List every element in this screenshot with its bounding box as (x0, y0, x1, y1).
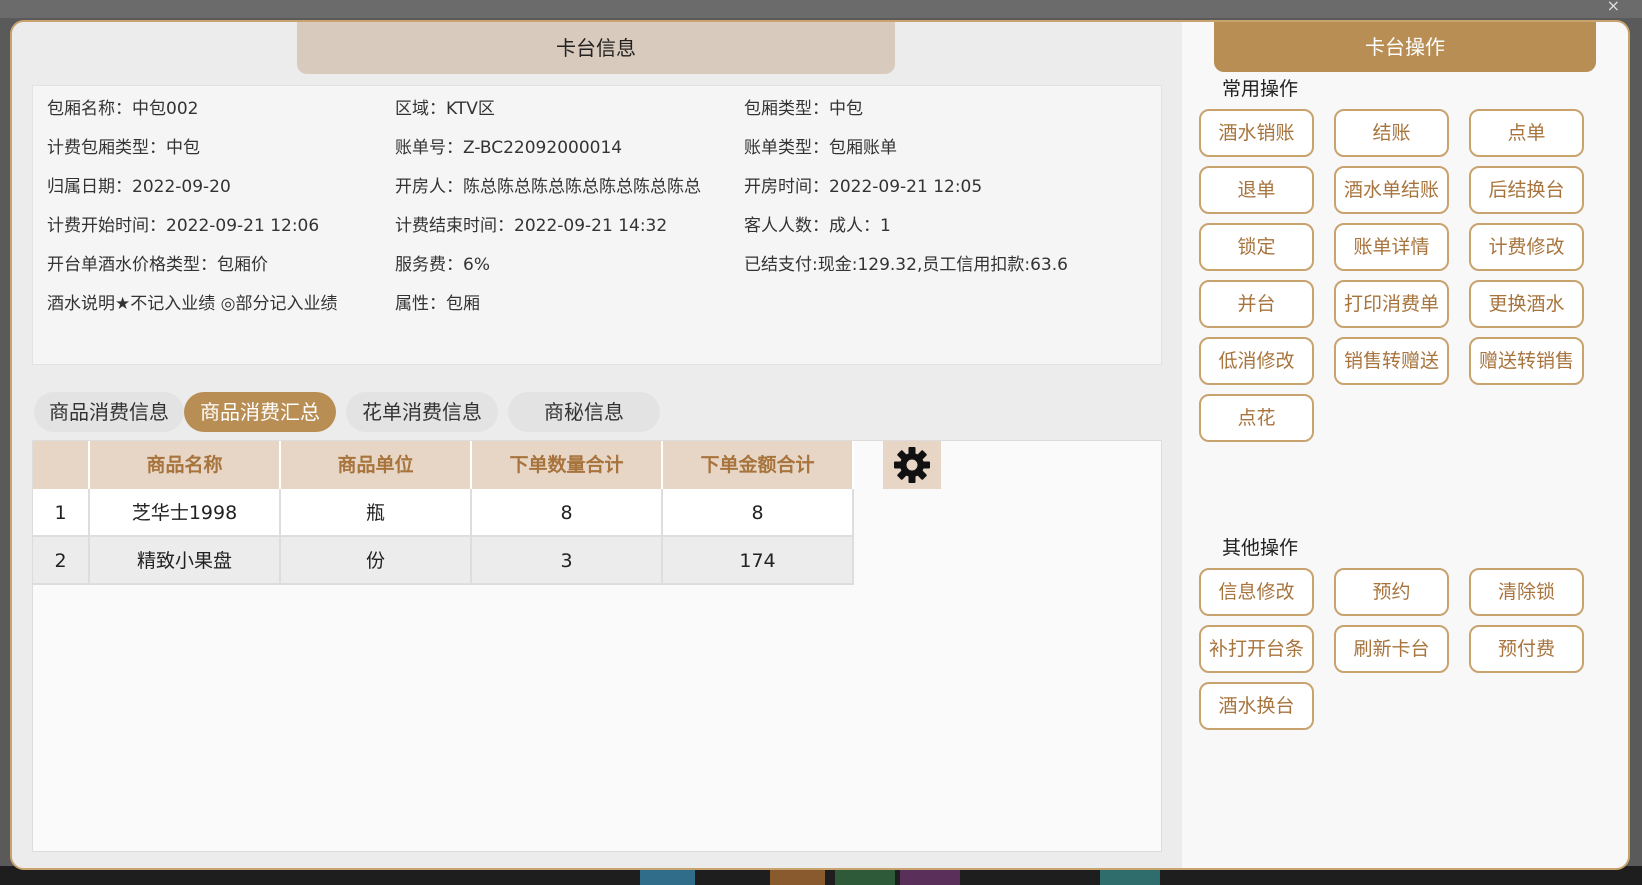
table-cell: 2 (33, 537, 90, 585)
info-field: 计费结束时间：2022-09-21 14:32 (395, 216, 668, 236)
common-ops-button[interactable]: 退单 (1199, 166, 1314, 214)
common-ops-button[interactable]: 账单详情 (1334, 223, 1449, 271)
other-ops-button[interactable]: 预付费 (1469, 625, 1584, 673)
common-ops-button[interactable]: 并台 (1199, 280, 1314, 328)
common-ops-button[interactable]: 低消修改 (1199, 337, 1314, 385)
info-field: 已结支付:现金:129.32,员工信用扣款:63.6 (744, 255, 1068, 275)
room-dialog: 卡台信息 包厢名称：中包002 区域：KTV区 包厢类型：中包 计费包厢类型：中包 账单… (10, 20, 1630, 870)
table-cell: 8 (663, 489, 854, 537)
table-header[interactable] (33, 441, 90, 489)
info-field: 计费开始时间：2022-09-21 12:06 (47, 216, 320, 236)
info-field: 服务费：6% (395, 255, 490, 275)
table-header[interactable]: 商品名称 (90, 441, 281, 489)
window-topbar: × (0, 0, 1642, 18)
table-cell: 8 (472, 489, 663, 537)
common-ops-button[interactable]: 酒水单结账 (1334, 166, 1449, 214)
tab-2[interactable]: 商品消费汇总 (184, 392, 336, 432)
common-ops-button[interactable]: 点花 (1199, 394, 1314, 442)
table-cell: 芝华士1998 (90, 489, 281, 537)
summary-table-area: 商品名称 商品单位 下单数量合计 下单金额合计 1 芝华士1998 瓶 8 8 2 精致小果盘份 3 1… (32, 440, 1162, 852)
other-ops-title: 其他操作 (1222, 537, 1299, 559)
other-ops-button[interactable]: 信息修改 (1199, 568, 1314, 616)
common-ops-button[interactable]: 酒水销账 (1199, 109, 1314, 157)
tab-3[interactable]: 花单消费信息 (346, 392, 498, 432)
common-ops-title: 常用操作 (1222, 78, 1299, 100)
info-field: 账单号：Z-BC22092000014 (395, 138, 623, 158)
info-field: 计费包厢类型：中包 (47, 138, 200, 158)
room-info-box: 包厢名称：中包002 区域：KTV区 包厢类型：中包计费包厢类型：中包 账单号：Z-B… (32, 85, 1162, 365)
common-ops-button[interactable]: 销售转赠送 (1334, 337, 1449, 385)
common-ops-button[interactable]: 更换酒水 (1469, 280, 1584, 328)
taskbar-tile (835, 870, 895, 885)
table-cell: 瓶 (281, 489, 472, 537)
common-ops-button[interactable]: 后结换台 (1469, 166, 1584, 214)
info-field: 包厢名称：中包002 (47, 99, 199, 119)
gear-icon (894, 447, 930, 483)
common-ops-button[interactable]: 计费修改 (1469, 223, 1584, 271)
other-ops-button[interactable]: 预约 (1334, 568, 1449, 616)
other-ops-button[interactable]: 清除锁 (1469, 568, 1584, 616)
info-field: 开房时间：2022-09-21 12:05 (744, 177, 983, 197)
info-field: 开台单酒水价格类型：包厢价 (47, 255, 268, 275)
taskbar-tile (900, 870, 960, 885)
table-cell: 1 (33, 489, 90, 537)
taskbar-tile (770, 870, 825, 885)
common-ops-button[interactable]: 赠送转销售 (1469, 337, 1584, 385)
operations-title: 卡台操作 (1214, 22, 1596, 72)
info-field: 酒水说明★不记入业绩 ◎部分记入业绩 (47, 294, 338, 314)
info-field: 归属日期：2022-09-20 (47, 177, 231, 197)
room-info-title: 卡台信息 (297, 22, 895, 74)
tab-4[interactable]: 商秘信息 (508, 392, 660, 432)
table-cell: 精致小果盘 (90, 537, 281, 585)
other-ops-button[interactable]: 补打开台条 (1199, 625, 1314, 673)
info-field: 客人人数：成人：1 (744, 216, 891, 236)
common-ops-button[interactable]: 结账 (1334, 109, 1449, 157)
table-header[interactable]: 商品单位 (281, 441, 472, 489)
window-close-icon[interactable]: × (1607, 0, 1620, 15)
table-header[interactable]: 下单数量合计 (472, 441, 663, 489)
table-cell: 3 (472, 537, 663, 585)
column-settings-button[interactable] (883, 441, 941, 489)
table-cell: 份 (281, 537, 472, 585)
tab-1[interactable]: 商品消费信息 (34, 392, 184, 432)
common-ops-button[interactable]: 点单 (1469, 109, 1584, 157)
info-field: 开房人：陈总陈总陈总陈总陈总陈总陈总 (395, 177, 701, 197)
operations-panel: 卡台操作 常用操作 酒水销账 结账 点单退单 酒水单结账 后结换台锁定 账单详情 计费修改并… (1182, 22, 1628, 868)
taskbar-tile (1100, 870, 1160, 885)
common-ops-button[interactable]: 打印消费单 (1334, 280, 1449, 328)
info-field: 属性：包厢 (395, 294, 480, 314)
table-cell: 174 (663, 537, 854, 585)
info-field: 区域：KTV区 (395, 99, 495, 119)
table-header[interactable]: 下单金额合计 (663, 441, 854, 489)
common-ops-button[interactable]: 锁定 (1199, 223, 1314, 271)
room-info-panel: 卡台信息 包厢名称：中包002 区域：KTV区 包厢类型：中包计费包厢类型：中包 账单… (12, 22, 1182, 868)
info-field: 包厢类型：中包 (744, 99, 863, 119)
other-ops-button[interactable]: 刷新卡台 (1334, 625, 1449, 673)
taskbar-tile (640, 870, 695, 885)
other-ops-button[interactable]: 酒水换台 (1199, 682, 1314, 730)
info-field: 账单类型：包厢账单 (744, 138, 897, 158)
